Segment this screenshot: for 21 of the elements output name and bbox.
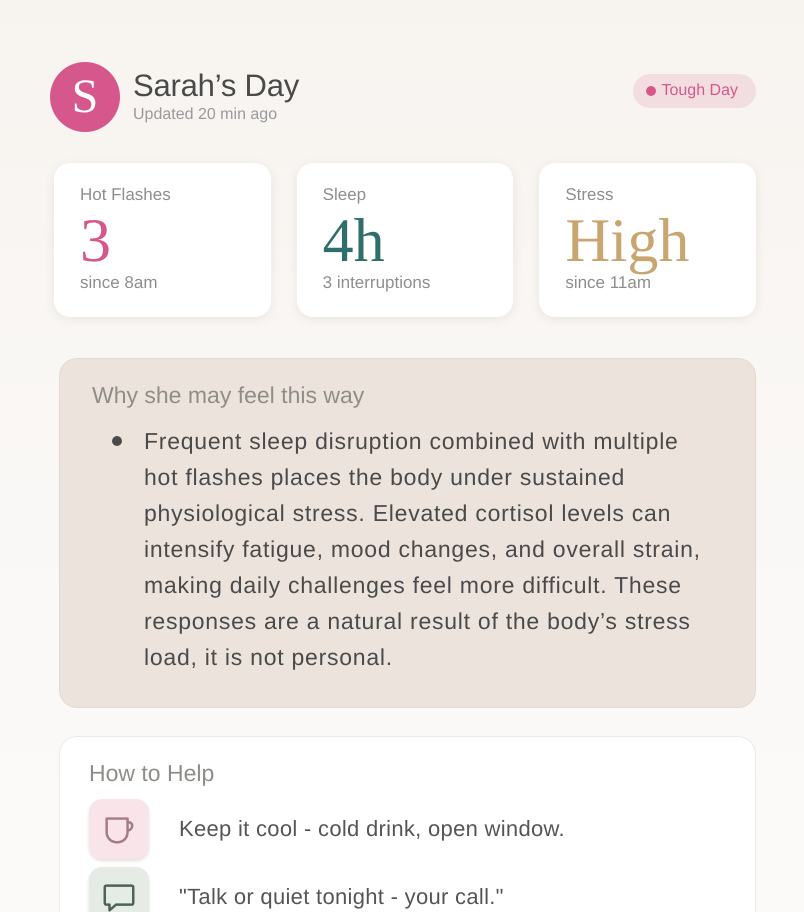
cup-icon [89, 799, 149, 859]
stat-label: Sleep [322, 184, 368, 206]
info-title: Why she may feel this way [92, 381, 366, 409]
stat-value: High [565, 210, 690, 272]
info-text: Frequent sleep disruption combined with multiple hot flashes places the body under sustained physiological stress. Elevated cortisol levels can intensify fatigue, mood changes, and overall strain, making daily challenges feel more difficult. These responses are a natural result of the body’s stress load, it is not personal. [144, 427, 702, 672]
help-text: "Talk or quiet tonight - your call." [179, 884, 504, 910]
help-text: Keep it cool - cold drink, open window. [179, 816, 565, 842]
stat-detail: 3 interruptions [322, 272, 432, 294]
stat-detail: since 8am [80, 272, 158, 294]
stat-label: Hot Flashes [80, 184, 172, 206]
status-dot-icon [646, 86, 656, 96]
help-title: How to Help [89, 759, 216, 787]
updated-time: Updated 20 min ago [133, 105, 278, 125]
stat-value: 4h [322, 210, 386, 272]
status-label: Tough Day [662, 81, 738, 101]
avatar: S [50, 62, 120, 132]
stat-detail: since 11am [565, 273, 652, 294]
bullet-icon [112, 436, 122, 446]
stat-label: Stress [565, 184, 615, 206]
page-title: Sarah’s Day [133, 68, 300, 104]
stat-value: 3 [80, 210, 112, 272]
